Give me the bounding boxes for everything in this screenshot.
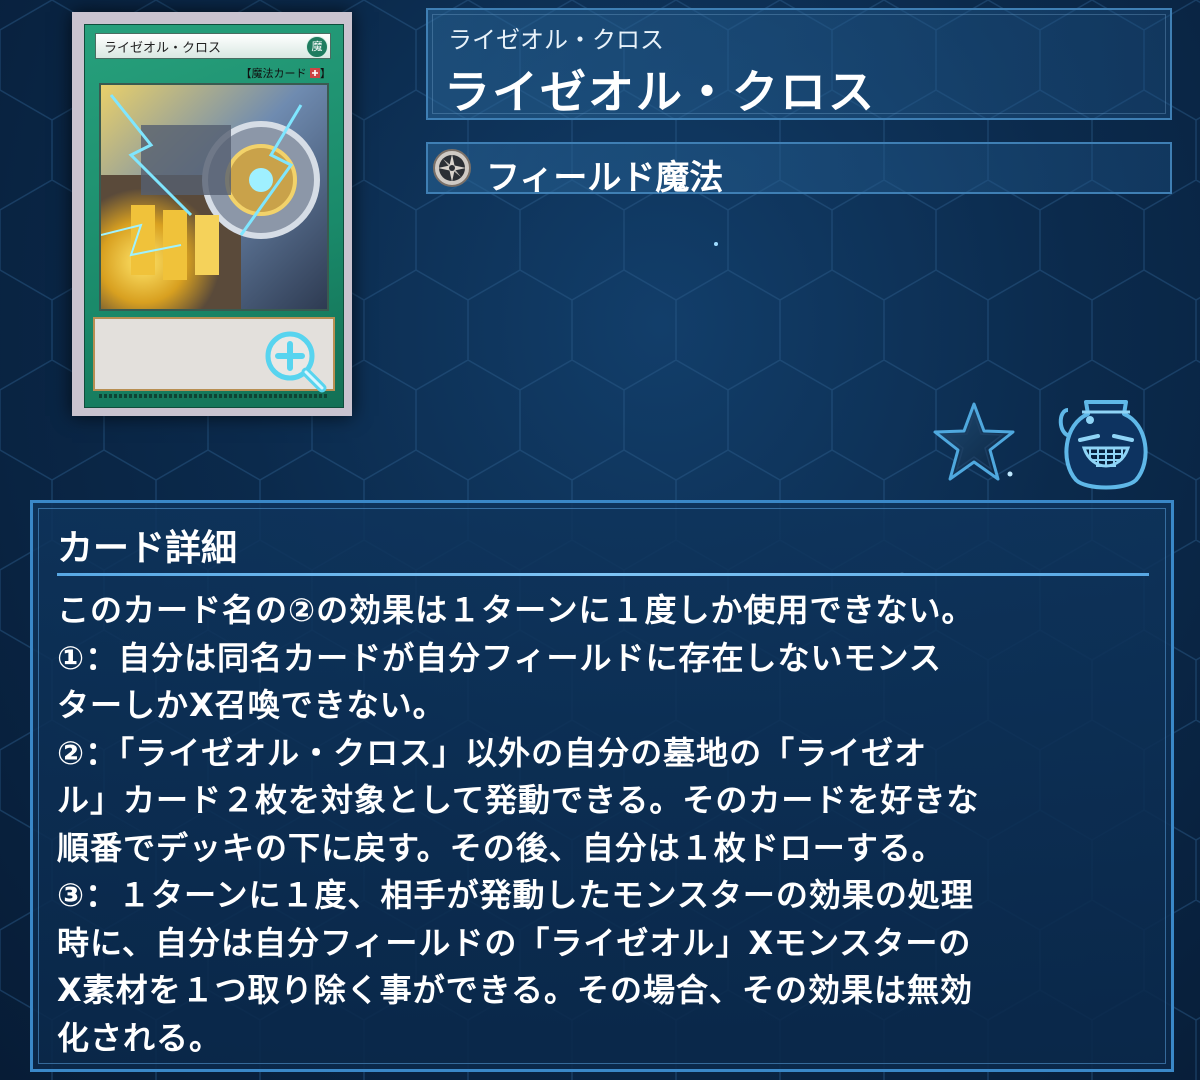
card-thumbnail-name-bar: ライゼオル・クロス 魔 [95,33,331,59]
card-thumbnail-type-line: 【魔法カード 】 [240,67,332,80]
card-effect-line: ル」カード２枚を対象として発動できる。そのカードを好きな [57,781,980,819]
card-effect-line: ①：自分は同名カードが自分フィールドに存在しないモンス [57,638,942,677]
card-effect-line: 化される。 [57,1018,223,1057]
card-effect-text: このカード名の②の効果は１ターンに１度しか使用できない。 ①：自分は同名カードが… [57,587,1157,1062]
card-detail-heading: カード詳細 [57,528,238,569]
card-name-reading: ライゼオル・クロス [448,26,664,54]
spell-plus-icon [310,68,320,78]
card-detail-panel: カード詳細 このカード名の②の効果は１ターンに１度しか使用できない。 ①：自分は… [30,500,1174,1072]
card-detail-divider [57,573,1149,576]
zoom-in-icon[interactable] [262,328,328,394]
card-copyright-strip [99,394,329,398]
card-type-panel: フィールド魔法 [426,142,1172,198]
card-artwork [99,83,329,311]
card-name: ライゼオル・クロス [444,65,876,119]
card-effect-line: 時に、自分は自分フィールドの「ライゼオル」Xモンスターの [57,923,972,962]
card-effect-line: 順番でデッキの下に戻す。その後、自分は１枚ドローする。 [57,828,945,867]
card-thumbnail-name: ライゼオル・クロス [104,41,222,56]
card-name-panel: ライゼオル・クロス ライゼオル・クロス [426,8,1172,120]
star-icon[interactable] [928,400,1020,484]
card-type-label: フィールド魔法 [486,158,724,198]
card-effect-line: X素材を１つ取り除く事ができる。その場合、その効果は無効 [57,971,974,1009]
pot-of-greed-icon[interactable] [1056,392,1156,494]
card-effect-line: ターしかX召喚できない。 [57,686,446,724]
card-attribute-icon: 魔 [306,36,328,58]
card-effect-line: ③：１ターンに１度、相手が発動したモンスターの効果の処理 [57,876,974,914]
card-effect-line: このカード名の②の効果は１ターンに１度しか使用できない。 [57,591,975,629]
spell-field-icon [433,149,471,187]
card-effect-line: ②：「ライゼオル・クロス」以外の自分の墓地の「ライゼオ [57,733,928,772]
